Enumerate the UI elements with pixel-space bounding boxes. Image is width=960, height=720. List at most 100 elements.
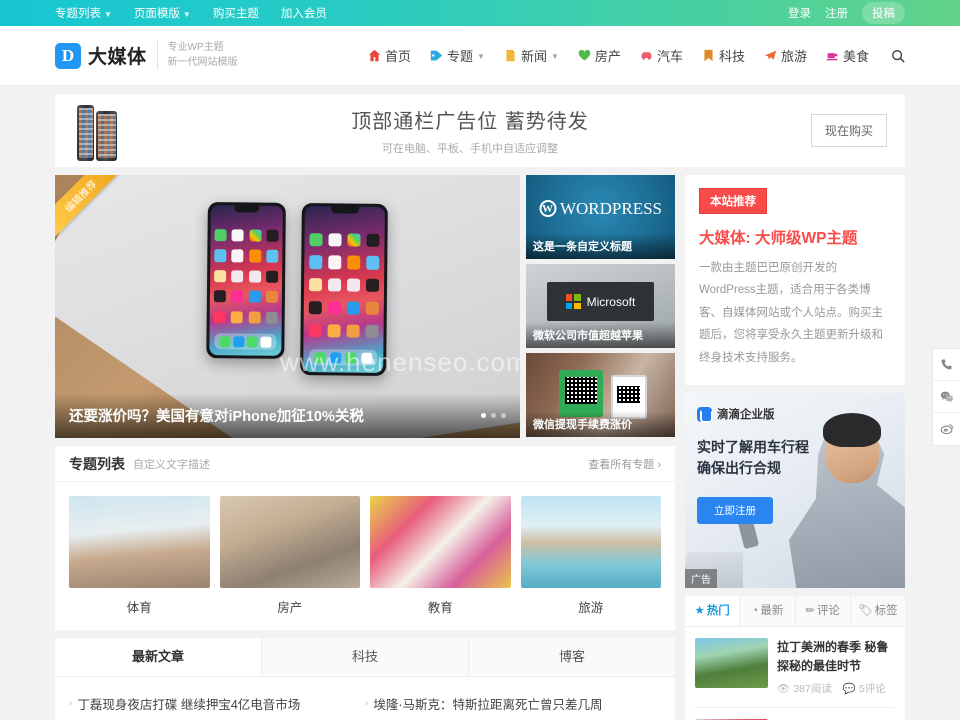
nav-item-food[interactable]: 美食 <box>826 46 869 65</box>
view-count-text: 387阅读 <box>793 683 832 696</box>
recommend-badge: 本站推荐 <box>699 188 767 214</box>
slider-caption-text: 还要涨价吗？美国有意对iPhone加征10%关税 <box>69 409 364 425</box>
side-feature-cards: W WORDPRESS 这是一条自定义标题 Microsoft 微软公司市值超越苹… <box>526 175 675 438</box>
top-nav-left: 专题列表 ▼ 页面模版 ▼ 购买主题 加入会员 <box>55 5 327 21</box>
article-title: 拉丁美洲的春季 秘鲁探秘的最佳时节 <box>777 640 889 673</box>
coffee-icon <box>826 49 839 62</box>
nav-label: 房产 <box>594 49 621 64</box>
ad-headline: 实时了解用车行程 确保出行合规 <box>697 437 809 479</box>
site-logo[interactable]: D 大媒体 <box>55 42 147 69</box>
chevron-right-icon: › <box>69 698 73 709</box>
recommend-widget: 本站推荐 大媒体: 大师级WP主题 一款由主题巴巴原创开发的WordPress主… <box>685 175 905 386</box>
topic-card-travel[interactable]: 旅游 <box>520 496 661 616</box>
tab-tech[interactable]: 科技 <box>262 638 469 676</box>
top-ad-banner: 顶部通栏广告位 蓄势待发 可在电脑、平板、手机中自适应调整 现在购买 <box>55 94 905 167</box>
slider-dot-1[interactable] <box>481 413 486 418</box>
post-list-item[interactable]: › 埃隆·马斯克：特斯拉距离死亡曾只差几周 <box>365 687 661 720</box>
document-icon <box>504 49 517 62</box>
wechat-icon[interactable] <box>933 381 960 413</box>
slider-dot-2[interactable] <box>491 413 496 418</box>
view-all-topics-link[interactable]: 查看所有专题 › <box>588 456 661 472</box>
hero-slider[interactable]: 编辑推荐 www.henenseo.com 还要涨价吗？美国有意对iPhone加… <box>55 175 520 438</box>
topic-card-education[interactable]: 教育 <box>370 496 511 616</box>
tab-latest-articles[interactable]: 最新文章 <box>55 638 262 676</box>
list-item[interactable]: 拉丁美洲的春季 秘鲁探秘的最佳时节 👁 387阅读 💬 5评论 <box>695 627 895 709</box>
chevron-right-icon: › <box>365 698 369 709</box>
list-item[interactable]: 世界杯最大牌女球迷，一举动令人钦佩 👁1047阅读 💬4评论 <box>695 708 895 720</box>
ad-banner-title: 顶部通栏广告位 蓄势待发 <box>351 111 589 133</box>
wordpress-logo-icon: W WORDPRESS <box>538 199 662 219</box>
weibo-icon[interactable] <box>933 413 960 445</box>
tab-label: 热门 <box>706 605 730 618</box>
topic-thumbnail <box>69 496 210 588</box>
sidebar-column: 本站推荐 大媒体: 大师级WP主题 一款由主题巴巴原创开发的WordPress主… <box>685 175 905 720</box>
comment-count-text: 5评论 <box>858 683 886 696</box>
comment-icon: ✏ <box>805 605 815 618</box>
phone-icon[interactable] <box>933 349 960 381</box>
recommend-title[interactable]: 大媒体: 大师级WP主题 <box>699 226 891 248</box>
plane-icon <box>764 49 777 62</box>
nav-item-home[interactable]: 首页 <box>368 46 411 65</box>
sidebar-advertisement[interactable]: 滴滴企业版 实时了解用车行程 确保出行合规 立即注册 广告 <box>685 393 905 589</box>
topics-grid: 体育 房产 教育 旅游 <box>55 482 675 630</box>
feature-card-microsoft[interactable]: Microsoft 微软公司市值超越苹果 <box>526 264 675 348</box>
submit-post-button[interactable]: 投稿 <box>862 2 905 24</box>
tab-comments[interactable]: ✏ 评论 <box>795 596 851 627</box>
star-icon: ★ <box>694 605 705 618</box>
topnav-item-join-member[interactable]: 加入会员 <box>281 5 327 21</box>
post-list-item[interactable]: › 丁磊现身夜店打碟 继续押宝4亿电音市场 <box>69 687 365 720</box>
topnav-item-topic-list[interactable]: 专题列表 ▼ <box>55 5 112 21</box>
topic-card-sports[interactable]: 体育 <box>69 496 210 616</box>
topnav-label: 专题列表 <box>55 8 101 20</box>
tag-icon: 🏷 <box>858 605 873 618</box>
slider-pagination[interactable] <box>481 413 506 418</box>
tag-icon <box>430 49 443 62</box>
nav-item-news[interactable]: 新闻 ▼ <box>504 46 559 65</box>
topic-card-realestate[interactable]: 房产 <box>219 496 360 616</box>
tab-tags[interactable]: 🏷 标签 <box>850 596 905 627</box>
topics-panel-subtitle: 自定义文字描述 <box>133 458 210 471</box>
clock-icon: ◔ <box>751 605 759 618</box>
nav-item-tech[interactable]: 科技 <box>702 46 745 65</box>
sidebar-tabs-widget: ★ 热门 ◔ 最新 ✏ 评论 🏷 标签 拉丁美洲的春季 秘鲁探秘的最佳时节 👁 … <box>685 596 905 720</box>
feature-card-wordpress[interactable]: W WORDPRESS 这是一条自定义标题 <box>526 175 675 259</box>
nav-item-topic[interactable]: 专题 ▼ <box>430 46 485 65</box>
feature-card-wechat[interactable]: 微信提现手续费涨价 <box>526 353 675 437</box>
tab-newest[interactable]: ◔ 最新 <box>740 596 796 627</box>
topic-name: 旅游 <box>578 601 604 615</box>
nav-label: 新闻 <box>520 49 547 64</box>
topics-panel-title: 专题列表 <box>69 455 125 472</box>
feature-card-title: 这是一条自定义标题 <box>526 233 675 259</box>
nav-item-realestate[interactable]: 房产 <box>578 46 621 65</box>
topic-name: 体育 <box>126 601 152 615</box>
didi-brand: 滴滴企业版 <box>697 406 775 423</box>
search-icon[interactable] <box>891 49 905 63</box>
topnav-item-buy-theme[interactable]: 购买主题 <box>213 5 259 21</box>
tab-blog[interactable]: 博客 <box>469 638 675 676</box>
login-link[interactable]: 登录 <box>788 5 811 21</box>
topic-name: 房产 <box>277 601 303 615</box>
nav-item-travel[interactable]: 旅游 <box>764 46 807 65</box>
topic-thumbnail <box>219 496 360 588</box>
buy-now-button[interactable]: 现在购买 <box>810 114 887 147</box>
sidebar-tabs: ★ 热门 ◔ 最新 ✏ 评论 🏷 标签 <box>685 596 905 628</box>
tagline-line-1: 专业WP主题 <box>167 42 224 53</box>
feature-card-title: 微软公司市值超越苹果 <box>526 322 675 348</box>
ad-register-button[interactable]: 立即注册 <box>697 497 773 525</box>
topnav-label: 页面模版 <box>133 8 180 20</box>
view-count: 👁 387阅读 <box>777 681 832 696</box>
topic-thumbnail <box>520 496 661 588</box>
slider-dot-3[interactable] <box>501 413 506 418</box>
nav-item-auto[interactable]: 汽车 <box>640 46 683 65</box>
tab-hot[interactable]: ★ 热门 <box>685 596 741 627</box>
floating-contact-bar <box>932 348 960 446</box>
nav-label: 汽车 <box>656 49 683 64</box>
topnav-item-page-templates[interactable]: 页面模版 ▼ <box>134 5 191 21</box>
slider-caption-bar: 还要涨价吗？美国有意对iPhone加征10%关税 <box>55 393 520 438</box>
topics-panel-header: 专题列表 自定义文字描述 查看所有专题 › <box>55 446 675 482</box>
feature-card-title: 微信提现手续费涨价 <box>526 411 675 437</box>
heart-icon <box>578 49 591 62</box>
register-link[interactable]: 注册 <box>825 5 848 21</box>
nav-label: 专题 <box>447 49 474 64</box>
chevron-down-icon: ▼ <box>477 52 485 61</box>
